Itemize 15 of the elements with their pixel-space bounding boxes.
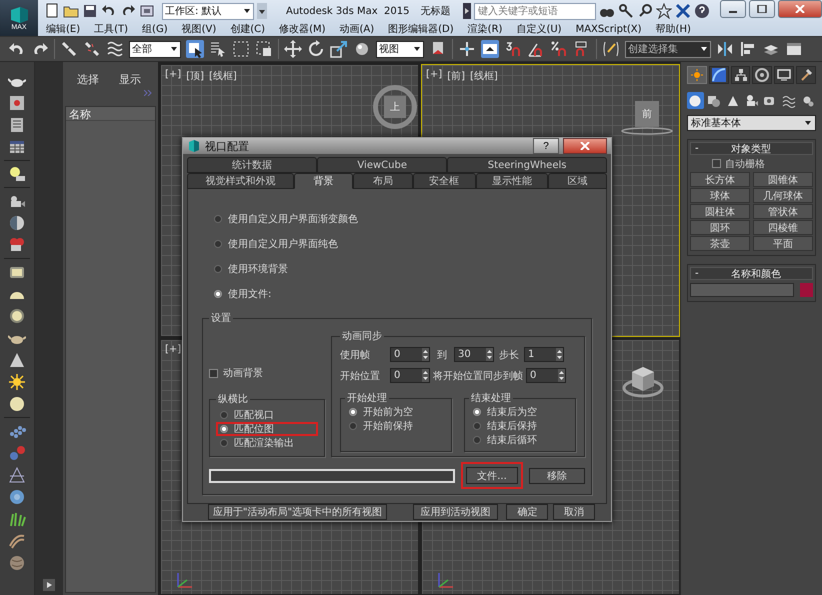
group-title: 纵横比 — [217, 392, 249, 406]
field-label: 使用帧 — [340, 348, 371, 362]
rollout-title: 名称和颜色 — [730, 268, 782, 280]
field-label: 将开始位置同步到帧 — [432, 370, 524, 382]
group-title: 开始处理 — [346, 392, 388, 405]
group-title: 设置 — [210, 312, 232, 325]
rollout-title: 对象类型 — [730, 142, 772, 156]
app-title: Autodesk 3ds Max 2015 — [286, 6, 410, 16]
dialog-title: 视口配置 — [205, 138, 250, 154]
field-label: 步长 — [498, 348, 520, 362]
group-title: 动画同步 — [341, 330, 383, 343]
document-title: 无标题 — [420, 4, 450, 18]
group-title: 结束处理 — [470, 392, 512, 405]
field-label: 开始位置 — [340, 370, 381, 382]
field-label: 到 — [436, 348, 448, 362]
